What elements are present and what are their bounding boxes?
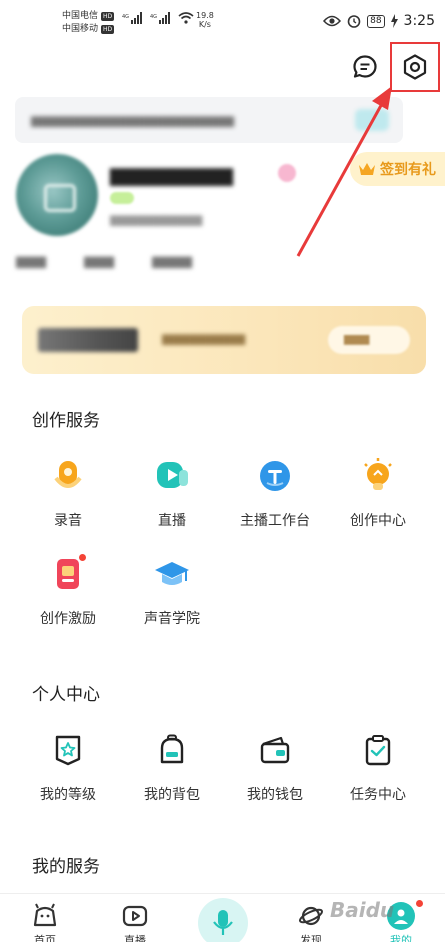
vip-action-button[interactable]: ▆▆▆ bbox=[328, 326, 410, 354]
section-title-creation: 创作服务 bbox=[32, 411, 100, 431]
level-badge bbox=[110, 192, 134, 204]
user-id-redacted: ▆▆▆▆▆▆▆▆▆▆ bbox=[110, 212, 203, 226]
grid-label: 主播工作台 bbox=[240, 513, 310, 529]
grid-label: 任务中心 bbox=[350, 787, 406, 803]
vip-banner[interactable]: ▆▆▆▆▆▆▆▆▆ ▆▆▆ bbox=[22, 306, 426, 374]
svg-text:4G: 4G bbox=[150, 14, 157, 20]
notification-dot bbox=[79, 554, 86, 561]
charging-icon bbox=[390, 14, 398, 28]
grid-label: 我的钱包 bbox=[247, 787, 303, 803]
section-title-services: 我的服务 bbox=[32, 857, 100, 877]
backpack-icon bbox=[150, 728, 194, 772]
notice-action-button[interactable] bbox=[355, 109, 389, 131]
grid-label: 直播 bbox=[158, 513, 186, 529]
record-mic-button[interactable] bbox=[198, 898, 248, 942]
grid-item-my-wallet[interactable]: 我的钱包 bbox=[230, 728, 320, 804]
username-redacted[interactable]: ▆▆▆▆▆▆▆▆ bbox=[110, 162, 233, 186]
speed-value: 19.8 bbox=[196, 11, 214, 20]
wifi-icon bbox=[178, 12, 194, 24]
vip-text-redacted: ▆▆▆▆▆▆▆▆▆ bbox=[162, 331, 246, 345]
microphone-icon bbox=[46, 454, 90, 498]
task-icon bbox=[356, 728, 400, 772]
crown-icon bbox=[359, 163, 375, 175]
nav-live[interactable]: 直播 bbox=[100, 894, 170, 942]
nav-label: 发现 bbox=[300, 934, 322, 942]
home-icon bbox=[31, 902, 59, 930]
status-bar: 中国电信 HD 中国移动 HD 4G 4G 19.8 K/s 88 3:25 bbox=[0, 0, 445, 44]
svg-text:4G: 4G bbox=[122, 14, 129, 20]
nav-label: 我的 bbox=[390, 934, 412, 942]
workbench-icon bbox=[253, 454, 297, 498]
signal-icons: 4G 4G bbox=[122, 12, 194, 24]
hd-badge: HD bbox=[101, 25, 115, 34]
grid-label: 创作中心 bbox=[350, 513, 406, 529]
message-icon bbox=[353, 55, 377, 78]
planet-icon bbox=[297, 902, 325, 930]
clock: 3:25 bbox=[403, 13, 435, 29]
mic-icon bbox=[213, 910, 233, 935]
network-speed: 19.8 K/s bbox=[196, 11, 214, 29]
lightbulb-icon bbox=[356, 454, 400, 498]
signin-label: 签到有礼 bbox=[380, 162, 436, 178]
stat-redacted[interactable]: ▆▆▆ bbox=[84, 254, 114, 269]
grid-item-record[interactable]: 录音 bbox=[23, 454, 113, 530]
grid-item-my-backpack[interactable]: 我的背包 bbox=[127, 728, 217, 804]
grid-item-creation-reward[interactable]: 创作激励 bbox=[23, 552, 113, 628]
hd-badge: HD bbox=[101, 12, 115, 21]
status-right: 88 3:25 bbox=[323, 13, 435, 29]
grid-label: 我的背包 bbox=[144, 787, 200, 803]
grid-label: 创作激励 bbox=[40, 611, 96, 627]
grid-item-creation-center[interactable]: 创作中心 bbox=[333, 454, 423, 530]
grid-item-live[interactable]: 直播 bbox=[127, 454, 217, 530]
wallet-icon bbox=[253, 728, 297, 772]
settings-icon bbox=[403, 54, 427, 80]
nav-label: 首页 bbox=[34, 934, 56, 942]
eye-icon bbox=[323, 15, 342, 27]
section-title-personal: 个人中心 bbox=[32, 685, 100, 705]
signal-icon: 4G bbox=[150, 12, 170, 24]
carrier-info: 中国电信 HD 中国移动 HD bbox=[62, 10, 115, 36]
grid-item-my-level[interactable]: 我的等级 bbox=[23, 728, 113, 804]
signal-icon: 4G bbox=[122, 12, 142, 24]
level-icon bbox=[46, 728, 90, 772]
user-badge bbox=[278, 164, 296, 182]
grid-item-task-center[interactable]: 任务中心 bbox=[333, 728, 423, 804]
notification-dot bbox=[416, 900, 423, 907]
grid-label: 声音学院 bbox=[144, 611, 200, 627]
nav-label: 直播 bbox=[124, 934, 146, 942]
carrier-2: 中国移动 bbox=[62, 24, 99, 34]
profile-stats: ▆▆▆ ▆▆▆ ▆▆▆▆ bbox=[16, 254, 192, 269]
settings-button[interactable] bbox=[390, 42, 440, 92]
alarm-icon bbox=[347, 15, 361, 28]
carrier-1: 中国电信 bbox=[62, 11, 99, 21]
battery-level: 88 bbox=[367, 14, 385, 28]
speed-unit: K/s bbox=[198, 20, 211, 29]
avatar[interactable] bbox=[16, 154, 98, 236]
signin-reward-button[interactable]: 签到有礼 bbox=[350, 152, 445, 186]
stat-redacted[interactable]: ▆▆▆▆ bbox=[152, 254, 192, 269]
vip-logo bbox=[38, 328, 138, 352]
live-icon bbox=[150, 454, 194, 498]
graduation-cap-icon bbox=[150, 552, 194, 596]
grid-item-voice-academy[interactable]: 声音学院 bbox=[127, 552, 217, 628]
notice-bar[interactable]: ▆▆▆▆▆▆▆▆▆▆▆▆▆▆▆▆▆▆▆▆▆▆ bbox=[15, 97, 403, 143]
watermark: Baidu bbox=[330, 898, 395, 922]
grid-label: 我的等级 bbox=[40, 787, 96, 803]
nav-home[interactable]: 首页 bbox=[10, 894, 80, 942]
notice-text-redacted: ▆▆▆▆▆▆▆▆▆▆▆▆▆▆▆▆▆▆▆▆▆▆ bbox=[31, 113, 235, 127]
grid-item-workbench[interactable]: 主播工作台 bbox=[230, 454, 320, 530]
grid-label: 录音 bbox=[54, 513, 82, 529]
live-play-icon bbox=[121, 902, 149, 930]
messages-button[interactable] bbox=[352, 54, 378, 80]
stat-redacted[interactable]: ▆▆▆ bbox=[16, 254, 46, 269]
